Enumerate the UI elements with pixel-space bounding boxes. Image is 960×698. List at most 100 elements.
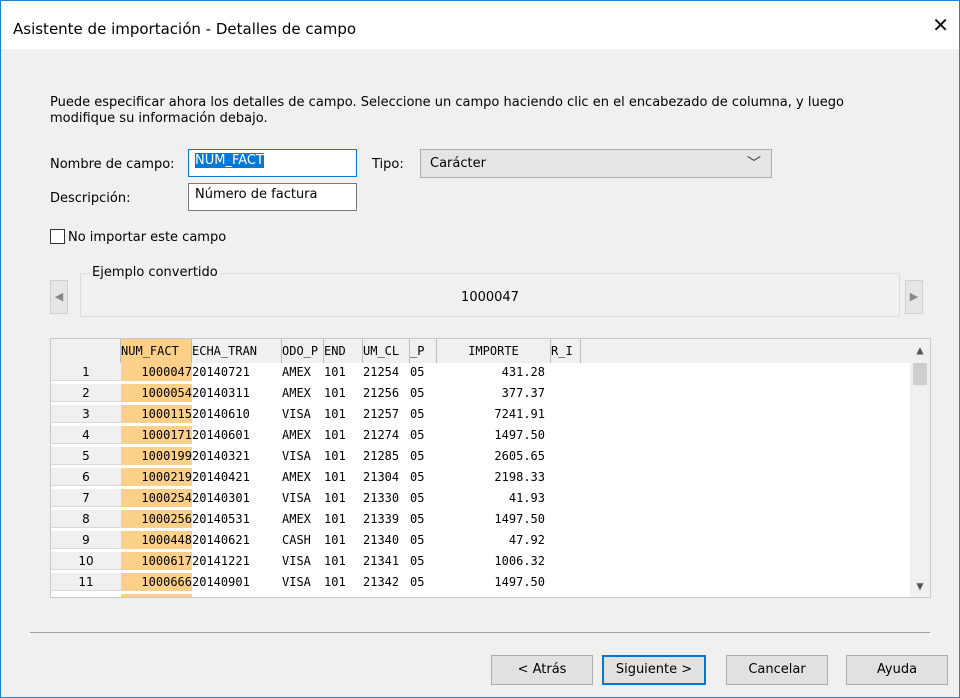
column-header[interactable]: R_I xyxy=(551,339,581,363)
field-name-input[interactable]: NUM_FACT xyxy=(188,149,357,177)
skip-field-label[interactable]: No importar este campo xyxy=(68,230,226,245)
table-cell: 05 xyxy=(410,554,425,568)
table-cell: 101 xyxy=(324,407,346,421)
column-header[interactable]: UM_CL xyxy=(363,339,410,363)
table-cell: 101 xyxy=(324,386,346,400)
table-cell: 20140311 xyxy=(192,386,250,400)
table-cell: 1000047 xyxy=(121,363,192,381)
table-cell: 20140321 xyxy=(192,449,250,463)
table-cell: 05 xyxy=(410,512,425,526)
table-cell: 21342 xyxy=(363,575,400,589)
scroll-up-icon[interactable]: ▲ xyxy=(910,343,930,357)
table-cell: VISA xyxy=(282,491,311,505)
table-cell: 1497.50 xyxy=(494,512,545,526)
next-button[interactable]: Siguiente > xyxy=(602,655,706,685)
cancel-button[interactable]: Cancelar xyxy=(726,655,828,685)
description-input[interactable]: Número de factura xyxy=(188,183,357,211)
table-cell: VISA xyxy=(282,407,311,421)
scroll-thumb[interactable] xyxy=(913,363,927,385)
row-number: 7 xyxy=(51,489,121,507)
table-cell: 1000448 xyxy=(121,531,192,549)
type-select[interactable]: Carácter ﹀ xyxy=(420,149,772,178)
field-name-label: Nombre de campo: xyxy=(50,157,175,172)
table-cell: VISA xyxy=(282,554,311,568)
grid-corner-cell xyxy=(51,339,121,363)
skip-field-checkbox[interactable] xyxy=(50,229,65,244)
table-cell: AMEX xyxy=(282,470,311,484)
scroll-right-button[interactable]: ▶ xyxy=(905,280,923,314)
table-cell: 05 xyxy=(410,386,425,400)
table-cell: 21340 xyxy=(363,533,400,547)
column-header[interactable]: _P xyxy=(410,339,437,363)
row-number: 4 xyxy=(51,426,121,444)
back-button[interactable]: < Atrás xyxy=(491,655,593,685)
table-cell: 1000171 xyxy=(121,426,192,444)
table-cell: 1006.32 xyxy=(494,554,545,568)
table-cell xyxy=(551,405,581,423)
footer-separator xyxy=(30,632,930,633)
table-cell: 21274 xyxy=(363,428,400,442)
table-cell: 7241.91 xyxy=(494,407,545,421)
table-cell: 05 xyxy=(410,365,425,379)
table-cell: 21285 xyxy=(363,449,400,463)
table-cell: 101 xyxy=(324,491,346,505)
column-header[interactable]: ECHA_TRAN xyxy=(192,339,282,363)
converted-example-value: 1000047 xyxy=(461,290,519,305)
table-cell: 05 xyxy=(410,491,425,505)
row-number: 2 xyxy=(51,384,121,402)
table-cell: 101 xyxy=(324,449,346,463)
table-cell: 1000219 xyxy=(121,468,192,486)
table-cell xyxy=(551,510,581,528)
table-cell: AMEX xyxy=(282,386,311,400)
row-number: 1 xyxy=(51,363,121,381)
table-cell: 1000115 xyxy=(121,405,192,423)
table-cell: 21257 xyxy=(363,407,400,421)
table-cell: 21341 xyxy=(363,554,400,568)
table-cell: 20140621 xyxy=(192,533,250,547)
table-cell xyxy=(551,447,581,465)
table-cell: 47.92 xyxy=(508,533,545,547)
scroll-down-icon[interactable]: ▼ xyxy=(910,579,930,593)
row-number: 8 xyxy=(51,510,121,528)
scroll-left-button[interactable]: ◀ xyxy=(50,280,68,314)
vertical-scrollbar[interactable]: ▲ ▼ xyxy=(910,339,930,597)
table-cell: 05 xyxy=(410,533,425,547)
table-cell: 20140721 xyxy=(192,365,250,379)
column-header[interactable]: NUM_FACT xyxy=(121,339,192,363)
table-cell: 21304 xyxy=(363,470,400,484)
table-cell: 101 xyxy=(324,554,346,568)
column-header[interactable]: END xyxy=(324,339,363,363)
table-cell: CASH xyxy=(282,533,311,547)
table-cell: 05 xyxy=(410,449,425,463)
table-cell: 101 xyxy=(324,512,346,526)
preview-grid[interactable]: NUM_FACT ECHA_TRAN ODO_P END UM_CL _P IMPORTE R… xyxy=(50,338,931,598)
type-value: Carácter xyxy=(430,156,486,171)
table-cell: 20141221 xyxy=(192,554,250,568)
close-icon[interactable]: ✕ xyxy=(932,15,949,35)
description-value: Número de factura xyxy=(195,187,318,202)
table-cell: 20140601 xyxy=(192,428,250,442)
column-header[interactable]: ODO_P xyxy=(282,339,324,363)
table-cell: AMEX xyxy=(282,365,311,379)
table-cell: 05 xyxy=(410,470,425,484)
table-cell xyxy=(551,468,581,486)
description-label: Descripción: xyxy=(50,191,131,206)
table-cell: 05 xyxy=(410,407,425,421)
import-wizard-dialog: Asistente de importación - Detalles de c… xyxy=(0,0,960,698)
title-bar: Asistente de importación - Detalles de c… xyxy=(1,1,959,49)
table-cell: 21330 xyxy=(363,491,400,505)
table-cell: 1000254 xyxy=(121,489,192,507)
column-header[interactable]: IMPORTE xyxy=(437,339,551,363)
help-button[interactable]: Ayuda xyxy=(846,655,948,685)
table-cell: 1000256 xyxy=(121,510,192,528)
table-cell xyxy=(551,552,581,570)
row-number: 3 xyxy=(51,405,121,423)
selected-column-fill xyxy=(121,594,192,597)
table-cell: 431.28 xyxy=(501,365,545,379)
table-cell: 101 xyxy=(324,470,346,484)
table-cell: 20140421 xyxy=(192,470,250,484)
table-cell: 20140610 xyxy=(192,407,250,421)
converted-example-group: Ejemplo convertido 1000047 xyxy=(80,265,900,317)
table-cell xyxy=(551,363,581,381)
table-cell: 05 xyxy=(410,428,425,442)
